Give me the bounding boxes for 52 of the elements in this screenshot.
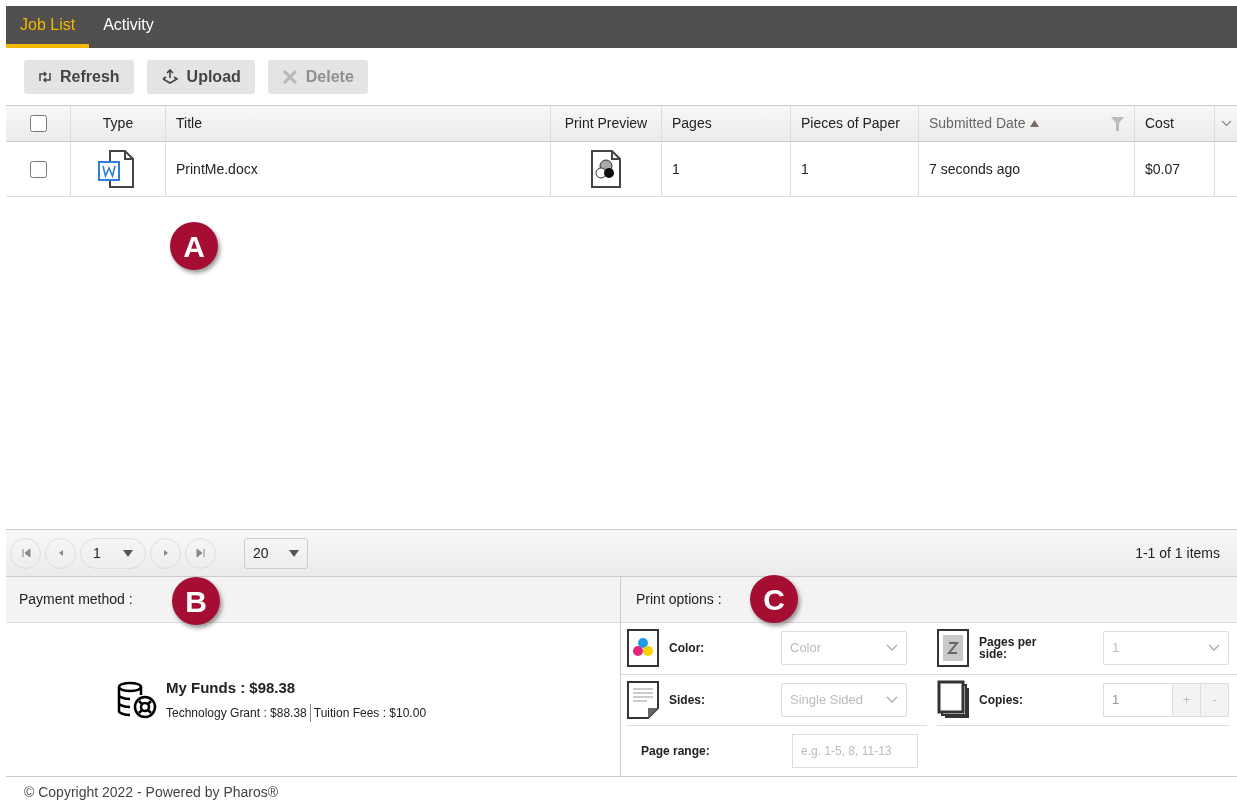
item-count: 1-1 of 1 items bbox=[1135, 543, 1221, 563]
chevron-down-icon bbox=[886, 695, 898, 704]
chevron-down-icon bbox=[886, 644, 898, 653]
table-cell-text: PrintMe.docx bbox=[176, 159, 258, 179]
funds-total: My Funds : $98.38 bbox=[166, 678, 297, 699]
dropdown-arrow-icon bbox=[289, 549, 299, 557]
copies-icon bbox=[937, 679, 971, 720]
column-header[interactable]: Pieces of Paper bbox=[801, 113, 900, 134]
panel-title: Print options : bbox=[636, 589, 722, 609]
column-header[interactable]: Cost bbox=[1145, 113, 1174, 134]
table-row[interactable]: PrintMe.docx 1 1 7 seconds ago $0.07 bbox=[6, 142, 1237, 197]
copyright-text: © Copyright 2022 - Powered by Pharos® bbox=[24, 782, 279, 802]
table-cell-text: $0.07 bbox=[1145, 159, 1181, 179]
page-range-field[interactable]: e.g. 1-5, 8, 11-13 bbox=[792, 734, 918, 769]
chevron-down-icon[interactable] bbox=[1220, 120, 1232, 127]
fund-balance: Tuition Fees : $10.00 bbox=[309, 703, 427, 722]
print-preview-icon[interactable] bbox=[590, 149, 622, 189]
color-icon bbox=[627, 629, 659, 668]
sides-icon bbox=[627, 680, 659, 719]
table-cell-text: 7 seconds ago bbox=[929, 159, 1021, 179]
option-label: Copies: bbox=[979, 691, 1024, 709]
column-header[interactable]: Pages bbox=[672, 113, 712, 134]
coins-icon bbox=[116, 680, 158, 719]
close-icon bbox=[281, 68, 298, 85]
toolbar-button[interactable]: Refresh bbox=[24, 59, 134, 94]
option-label: Sides: bbox=[669, 691, 706, 709]
tab[interactable]: Activity bbox=[89, 6, 168, 48]
option-label: Page range: bbox=[641, 743, 711, 761]
upload-icon bbox=[160, 68, 179, 85]
pages-per-side-icon bbox=[937, 629, 969, 668]
chevron-down-icon bbox=[1208, 644, 1220, 653]
option-label: Pages per side: bbox=[979, 636, 1038, 661]
toolbar-button[interactable]: Upload bbox=[146, 59, 255, 94]
fund-balance: Technology Grant : $88.38 bbox=[166, 704, 307, 722]
callout-badge: A bbox=[170, 222, 218, 270]
refresh-icon bbox=[38, 70, 52, 83]
column-header[interactable]: Submitted Date bbox=[929, 113, 1039, 134]
tab[interactable]: Job List bbox=[6, 6, 90, 48]
checkbox[interactable] bbox=[29, 115, 47, 132]
panel-title: Payment method : bbox=[19, 590, 133, 609]
column-header[interactable]: Print Preview bbox=[564, 113, 648, 134]
table-cell-text: 1 bbox=[801, 159, 809, 179]
column-header[interactable]: Title bbox=[176, 113, 202, 134]
page-size-select[interactable]: 20 bbox=[244, 537, 308, 569]
filter-icon[interactable] bbox=[1111, 116, 1124, 131]
first-page-icon bbox=[19, 547, 32, 559]
column-header[interactable]: Type bbox=[102, 113, 134, 134]
dropdown-arrow-icon bbox=[123, 549, 133, 557]
last-page-icon bbox=[194, 547, 207, 559]
checkbox[interactable] bbox=[29, 160, 47, 178]
option-label: Color: bbox=[669, 640, 706, 658]
table-cell-text: 1 bbox=[672, 159, 680, 179]
